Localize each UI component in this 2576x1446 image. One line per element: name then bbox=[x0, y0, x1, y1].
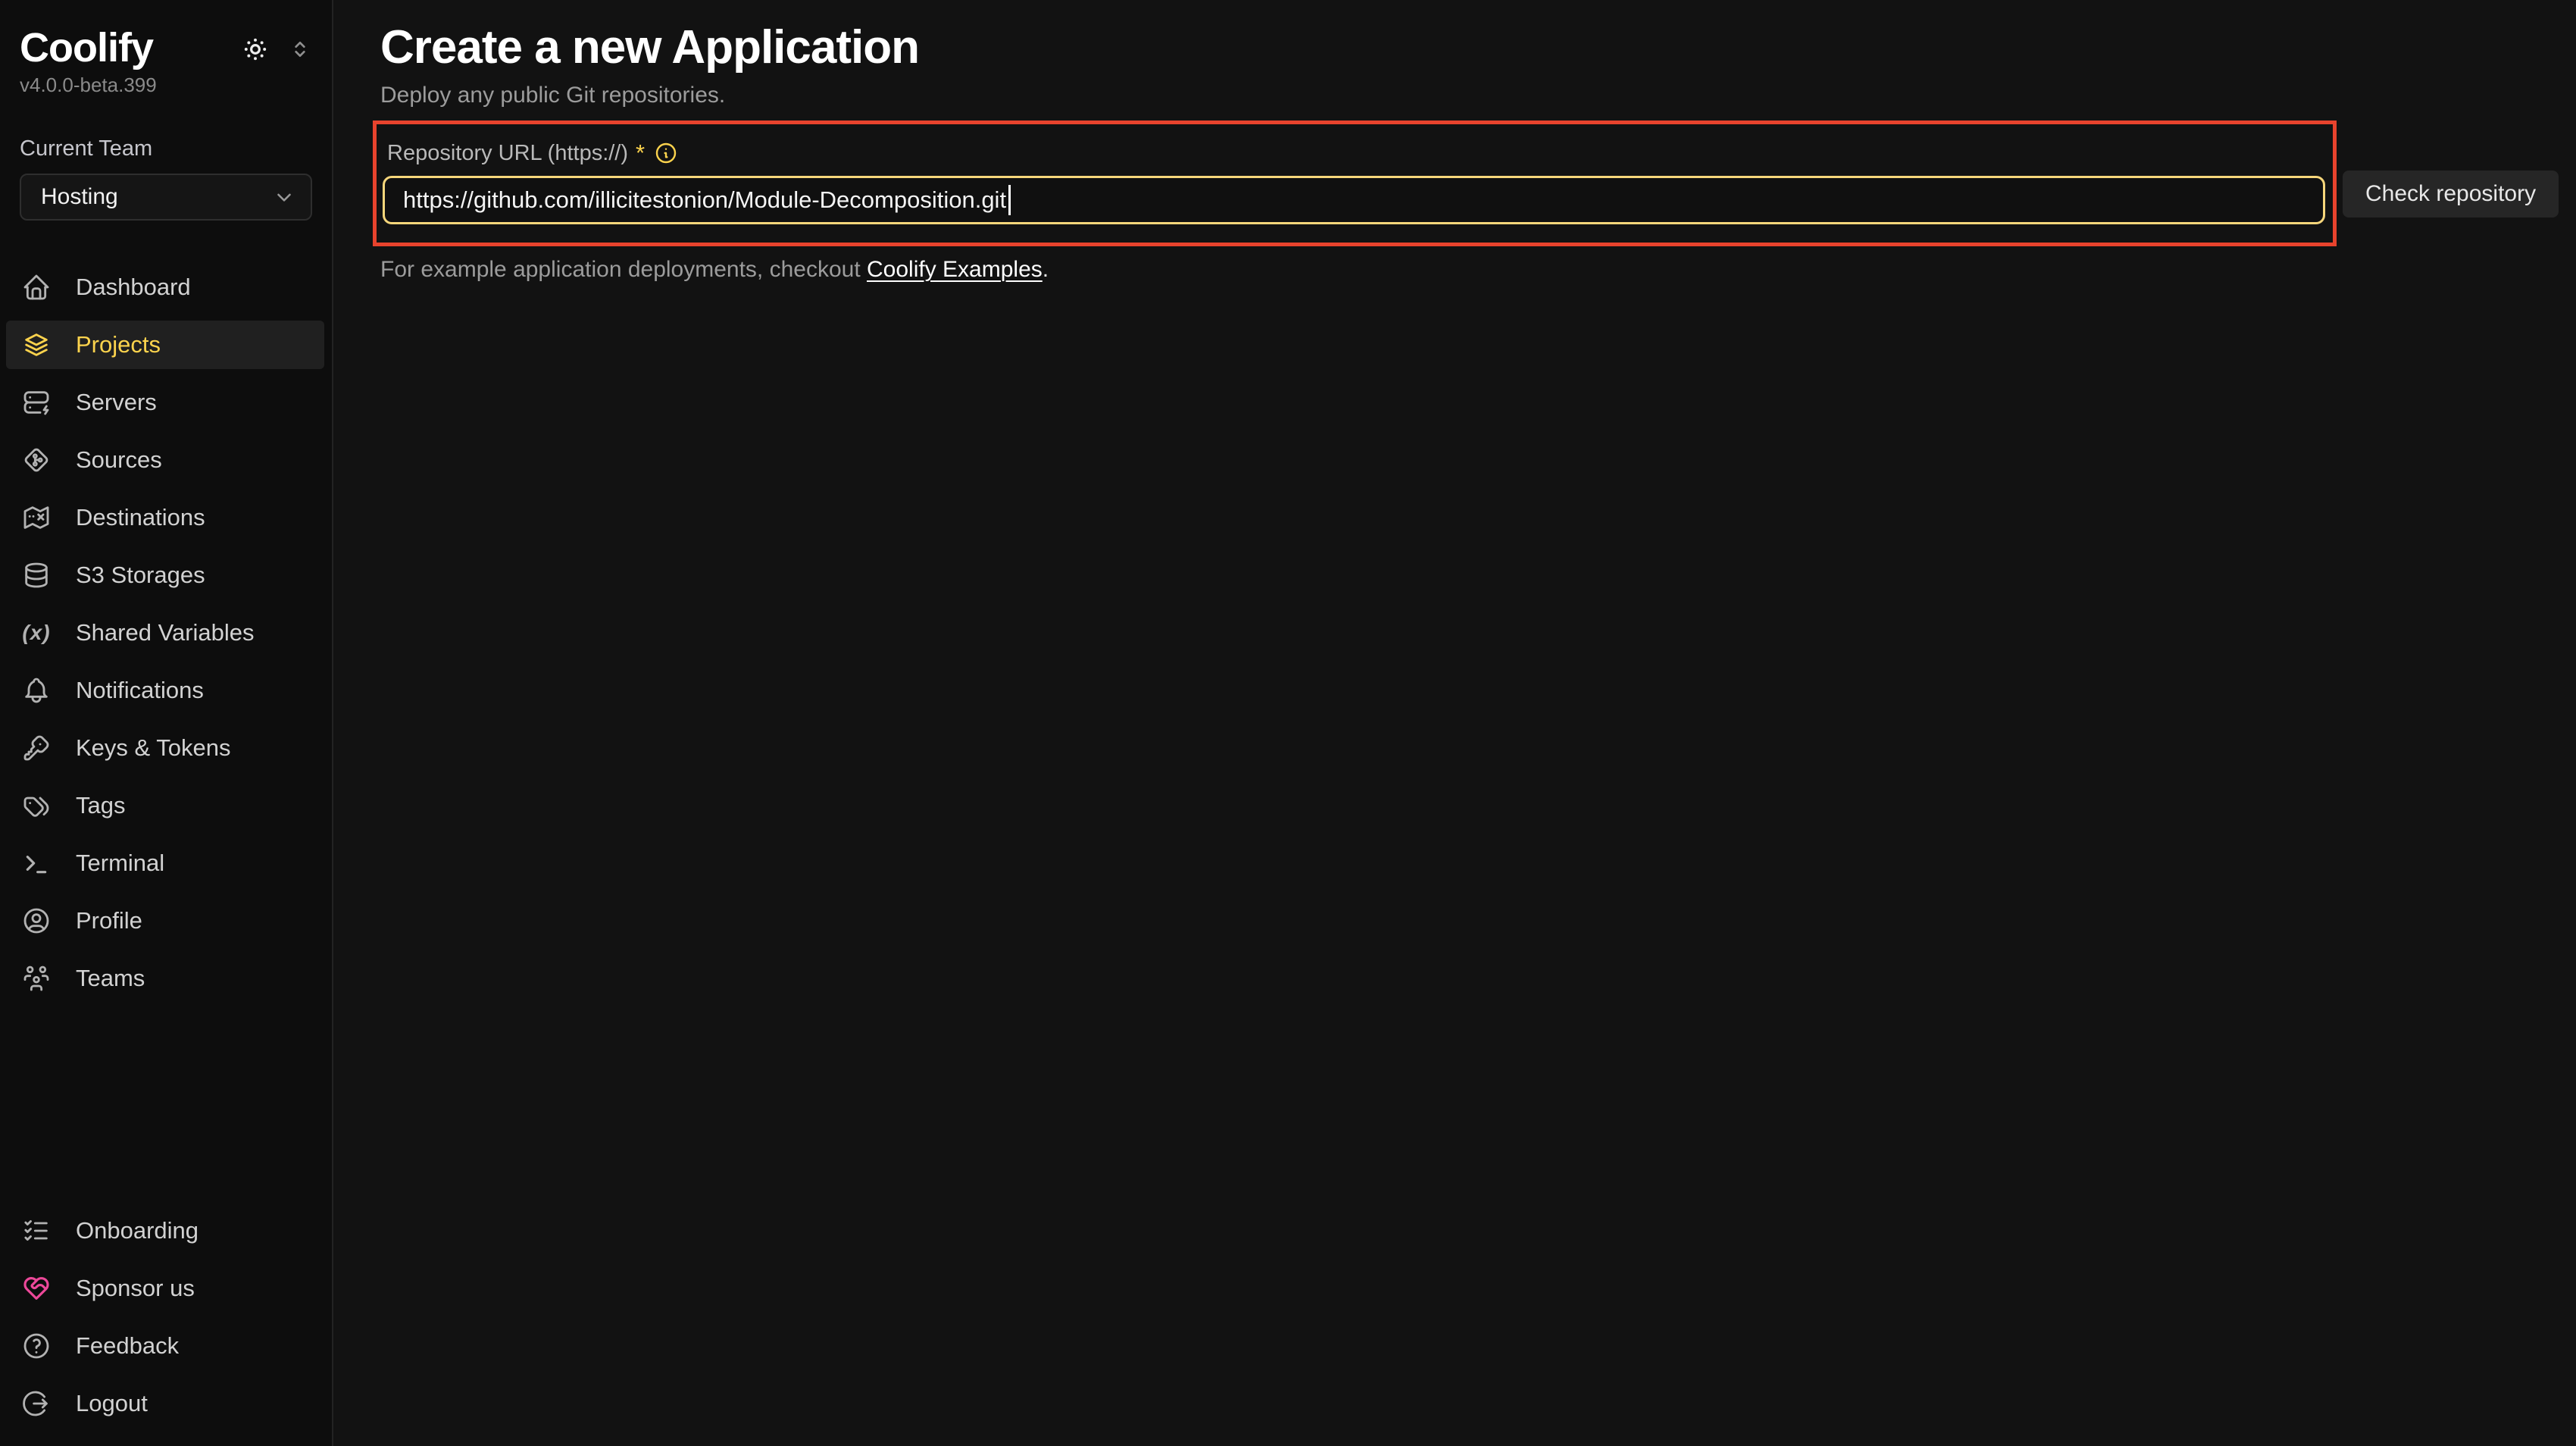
sidebar-item-profile[interactable]: Profile bbox=[6, 897, 324, 945]
theme-toggle-button[interactable] bbox=[241, 35, 270, 64]
coolify-examples-link[interactable]: Coolify Examples bbox=[867, 257, 1043, 282]
sidebar-item-sources[interactable]: Sources bbox=[6, 436, 324, 484]
app-root: Coolify v4.0.0-beta.399 bbox=[0, 0, 2576, 1446]
key-icon bbox=[21, 733, 52, 763]
sidebar-item-keys-tokens[interactable]: Keys & Tokens bbox=[6, 724, 324, 772]
sidebar-item-teams[interactable]: Teams bbox=[6, 954, 324, 1003]
home-icon bbox=[21, 272, 52, 302]
bell-icon bbox=[21, 675, 52, 706]
helper-prefix: For example application deployments, che… bbox=[380, 257, 867, 282]
page-title: Create a new Application bbox=[380, 23, 2576, 72]
variables-icon: (x) bbox=[21, 618, 52, 648]
page-subtitle: Deploy any public Git repositories. bbox=[380, 83, 2576, 108]
sidebar-item-onboarding[interactable]: Onboarding bbox=[6, 1207, 324, 1255]
logout-icon bbox=[21, 1388, 52, 1419]
sidebar-item-terminal[interactable]: Terminal bbox=[6, 839, 324, 887]
repository-url-input[interactable]: https://github.com/illicitestonion/Modul… bbox=[383, 176, 2325, 224]
sidebar-item-projects[interactable]: Projects bbox=[6, 321, 324, 369]
sidebar-item-shared-variables[interactable]: (x) Shared Variables bbox=[6, 609, 324, 657]
chevron-down-icon bbox=[273, 186, 295, 208]
repository-form-row: Repository URL (https://) * https://gith… bbox=[380, 121, 2576, 246]
user-circle-icon bbox=[21, 906, 52, 936]
sidebar-item-tags[interactable]: Tags bbox=[6, 781, 324, 830]
users-group-icon bbox=[21, 963, 52, 994]
helper-text: For example application deployments, che… bbox=[380, 257, 2576, 283]
team-section: Current Team Hosting bbox=[0, 136, 332, 221]
git-source-icon bbox=[21, 445, 52, 475]
annotation-highlight-box: Repository URL (https://) * https://gith… bbox=[373, 121, 2337, 246]
sidebar: Coolify v4.0.0-beta.399 bbox=[0, 0, 333, 1446]
sidebar-item-servers[interactable]: Servers bbox=[6, 378, 324, 427]
stack-icon bbox=[21, 330, 52, 360]
repository-url-label: Repository URL (https://) * bbox=[387, 139, 2325, 167]
required-asterisk: * bbox=[636, 139, 645, 167]
server-icon bbox=[21, 387, 52, 418]
terminal-icon bbox=[21, 848, 52, 878]
repository-url-value: https://github.com/illicitestonion/Modul… bbox=[403, 186, 1006, 214]
check-repository-button[interactable]: Check repository bbox=[2343, 171, 2559, 218]
tags-icon bbox=[21, 790, 52, 821]
sidebar-item-s3-storages[interactable]: S3 Storages bbox=[6, 551, 324, 599]
checklist-icon bbox=[21, 1216, 52, 1246]
sidebar-item-dashboard[interactable]: Dashboard bbox=[6, 263, 324, 311]
sidebar-item-notifications[interactable]: Notifications bbox=[6, 666, 324, 715]
sidebar-item-feedback[interactable]: Feedback bbox=[6, 1322, 324, 1370]
database-icon bbox=[21, 560, 52, 590]
main-content: Create a new Application Deploy any publ… bbox=[333, 0, 2576, 1446]
sidebar-item-logout[interactable]: Logout bbox=[6, 1379, 324, 1428]
sidebar-item-sponsor-us[interactable]: Sponsor us bbox=[6, 1264, 324, 1313]
map-icon bbox=[21, 502, 52, 533]
app-logo[interactable]: Coolify bbox=[20, 26, 153, 70]
team-select[interactable]: Hosting bbox=[20, 174, 312, 221]
sun-icon bbox=[241, 35, 270, 64]
sidebar-header: Coolify v4.0.0-beta.399 bbox=[0, 26, 332, 97]
heart-handshake-icon bbox=[21, 1273, 52, 1304]
helper-suffix: . bbox=[1043, 257, 1049, 282]
app-version: v4.0.0-beta.399 bbox=[20, 74, 312, 97]
sidebar-nav: Dashboard Projects Servers Sources bbox=[0, 263, 332, 1012]
chevron-selector-icon bbox=[288, 37, 312, 61]
sidebar-collapse-button[interactable] bbox=[288, 37, 312, 61]
sidebar-item-destinations[interactable]: Destinations bbox=[6, 493, 324, 542]
text-caret bbox=[1008, 185, 1011, 215]
info-icon[interactable] bbox=[654, 141, 678, 165]
help-circle-icon bbox=[21, 1331, 52, 1361]
team-select-value: Hosting bbox=[41, 184, 118, 210]
sidebar-nav-bottom: Onboarding Sponsor us Feedback Logout bbox=[0, 1207, 332, 1437]
current-team-label: Current Team bbox=[20, 136, 312, 161]
repository-url-label-text: Repository URL (https://) bbox=[387, 141, 628, 166]
